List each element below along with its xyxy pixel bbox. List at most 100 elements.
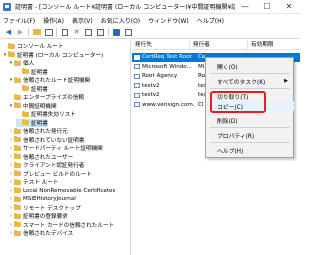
- context-menu-properties[interactable]: プロパティ(R): [206, 130, 294, 140]
- tree-node-label: 信頼されていない証明書: [23, 137, 85, 144]
- tree-node-trusted-root-certificates[interactable]: 証明書: [16, 85, 48, 93]
- tree-node-enterprise-trust[interactable]: エンタープライズの信頼: [8, 93, 84, 101]
- menu-item-label: 削除(D): [217, 118, 238, 125]
- menu-favorites[interactable]: お気に入り(O): [101, 16, 140, 25]
- tree-node-trusted-people[interactable]: › 信頼されたユーザー: [8, 153, 73, 161]
- window-controls: — ☐ ✕: [234, 0, 300, 14]
- tree-node-remote-desktop[interactable]: › リモート デスクトップ: [8, 204, 81, 212]
- title-bar: 証明書 - [コンソール ルート¥証明書 (ローカル コンピューター)¥中間証明…: [0, 0, 300, 14]
- tree-node-label: エンタープライズの信頼: [23, 95, 85, 102]
- cell-issued-to: testv2: [142, 92, 160, 99]
- folder-icon: [14, 204, 21, 211]
- menu-separator: [210, 88, 290, 89]
- tree-node-label: 証明書の登録要求: [23, 214, 68, 221]
- tree-node-preview-build-roots[interactable]: › プレビュー ビルドのルート: [8, 170, 92, 178]
- menu-item-label: ヘルプ(H): [217, 148, 244, 155]
- tree-node-label: 証明書: [31, 120, 48, 127]
- menu-item-label: プロパティ(R): [217, 133, 255, 140]
- menu-help[interactable]: ヘルプ(H): [197, 16, 224, 25]
- column-issued-by[interactable]: 発行者: [190, 40, 248, 50]
- delete-icon[interactable]: ✕: [72, 28, 81, 37]
- export-list-icon[interactable]: [96, 28, 105, 37]
- tree-node-local-computer[interactable]: ▾ 証明書 (ローカル コンピューター): [2, 51, 103, 59]
- cell-issued-to: CertReq Test Root: [142, 54, 192, 61]
- tree-node-local-nonremovable[interactable]: › Local NonRemovable Certificates: [8, 187, 115, 195]
- maximize-button[interactable]: ☐: [256, 0, 278, 14]
- tree-node-intermediate-certificates[interactable]: 証明書: [16, 118, 48, 127]
- menu-bar: ファイル(F) 操作(A) 表示(V) お気に入り(O) ウィンドウ(W) ヘル…: [0, 14, 300, 26]
- tree-node-label: 中間証明機関: [23, 103, 57, 110]
- tree-node-personal-certificates[interactable]: 証明書: [16, 68, 48, 76]
- copy-highlight-annotation: [210, 91, 266, 113]
- help-icon[interactable]: [112, 28, 121, 37]
- tree-node-label: 個人: [23, 61, 35, 68]
- cell-issued-to: Microsoft Windo...: [142, 63, 192, 70]
- copy-icon[interactable]: [60, 28, 69, 37]
- folder-icon: [14, 93, 21, 100]
- tree-node-label: クライアント認証発行者: [23, 163, 85, 170]
- close-button[interactable]: ✕: [278, 0, 300, 14]
- menu-separator: [210, 127, 290, 128]
- cell-issued-to: www.verisign.com...: [142, 101, 194, 108]
- certificate-icon: [134, 102, 140, 108]
- tree-node-client-auth-issuers[interactable]: › クライアント認証発行者: [8, 161, 84, 169]
- tree-node-label: コンソール ルート: [17, 44, 64, 51]
- folder-icon: [8, 42, 15, 49]
- refresh-icon[interactable]: [84, 28, 93, 37]
- context-menu-open[interactable]: 開く(O): [206, 61, 294, 71]
- toolbar-separator: [56, 27, 57, 37]
- forward-arrow-icon[interactable]: ▶: [16, 28, 25, 37]
- tree-node-trusted-root[interactable]: ▾ 信頼されたルート証明機関: [8, 76, 90, 84]
- list-column-header: 発行先 発行者 有効期限: [132, 40, 300, 50]
- folder-icon: [14, 161, 21, 168]
- tree-node-trusted-devices[interactable]: › 信頼されたデバイス: [8, 229, 73, 237]
- menu-action[interactable]: 操作(A): [43, 16, 64, 25]
- menu-item-label: すべてのタスク(K): [217, 79, 266, 86]
- tree-node-msie-history[interactable]: › MSIEHistoryJournal: [8, 195, 76, 203]
- tree-node-label: プレビュー ビルドのルート: [23, 171, 92, 178]
- tree-node-personal[interactable]: ▾ 個人: [8, 59, 34, 67]
- menu-file[interactable]: ファイル(F): [3, 16, 35, 25]
- tree-node-console-root[interactable]: コンソール ルート: [2, 42, 64, 50]
- tree-node-label: 証明書失効リスト: [31, 112, 76, 119]
- tree-node-label: 信頼されたルート証明機関: [23, 78, 91, 85]
- folder-icon: [14, 153, 21, 160]
- cell-issued-to: Root Agency: [142, 73, 178, 80]
- minimize-button[interactable]: —: [234, 0, 256, 14]
- back-arrow-icon[interactable]: ◀: [4, 28, 13, 37]
- toolbar-separator: [108, 27, 109, 37]
- cell-issued-to: testv2: [142, 82, 160, 89]
- menu-view[interactable]: 表示(V): [72, 16, 93, 25]
- column-expiration[interactable]: 有効期限: [248, 40, 300, 50]
- context-menu-delete[interactable]: 削除(D): [206, 115, 294, 125]
- tree-node-label: 証明書: [31, 69, 48, 76]
- tree-node-trusted-publishers[interactable]: › 信頼された発行元: [8, 127, 68, 135]
- menu-window[interactable]: ウィンドウ(W): [148, 16, 189, 25]
- up-folder-icon[interactable]: [32, 28, 41, 37]
- folder-icon: [14, 187, 21, 194]
- menu-item-label: 開く(O): [217, 64, 238, 71]
- folder-icon: [14, 170, 21, 177]
- tree-node-enrollment-requests[interactable]: › 証明書の登録要求: [8, 212, 68, 220]
- tree-node-label: 信頼されたユーザー: [23, 154, 74, 161]
- certificate-app-icon: [3, 2, 11, 11]
- tree-node-intermediate-ca[interactable]: ▾ 中間証明機関: [8, 102, 57, 110]
- folder-icon: [14, 212, 21, 219]
- tree-node-smart-card-roots[interactable]: › スマート カードの信頼されたルート: [8, 221, 114, 229]
- tree-node-crl[interactable]: 証明書失効リスト: [16, 110, 76, 118]
- folder-icon: [14, 76, 21, 83]
- folder-icon: [22, 68, 29, 75]
- context-menu-all-tasks[interactable]: すべてのタスク(K) ▶: [206, 76, 294, 86]
- certificate-icon: [134, 92, 140, 98]
- column-issued-to[interactable]: 発行先: [132, 40, 190, 50]
- context-menu-help[interactable]: ヘルプ(H): [206, 145, 294, 155]
- tree-node-test-roots[interactable]: › テスト ルート: [8, 178, 58, 186]
- properties-icon[interactable]: [124, 28, 133, 37]
- tree-node-label: リモート デスクトップ: [23, 205, 81, 212]
- folder-icon: [14, 102, 21, 109]
- show-hide-tree-icon[interactable]: [44, 28, 53, 37]
- certificate-icon: [134, 83, 140, 89]
- folder-icon: [14, 144, 21, 151]
- tree-node-untrusted[interactable]: › 信頼されていない証明書: [8, 136, 84, 144]
- tree-node-third-party-root[interactable]: › サードパーティ ルート証明機関: [8, 144, 103, 152]
